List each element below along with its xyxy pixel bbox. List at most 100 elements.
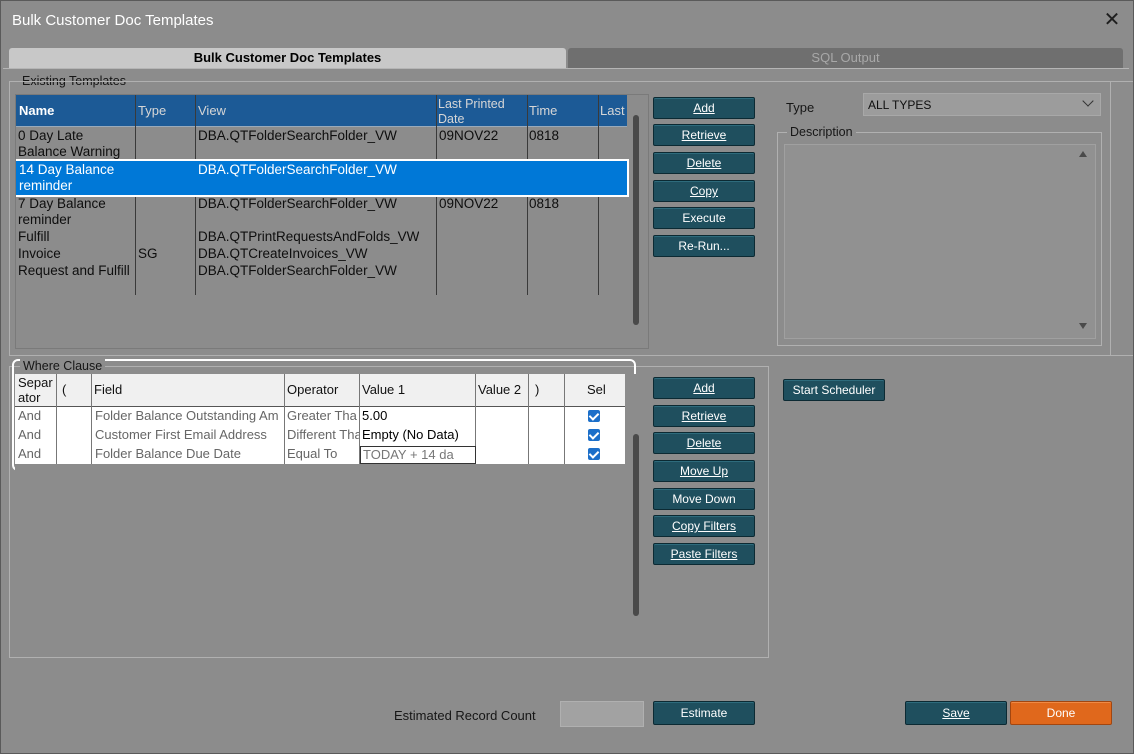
header-separator[interactable]: Separ ator <box>18 375 56 405</box>
template-copy-button[interactable]: Copy <box>653 180 755 202</box>
header-open-paren[interactable]: ( <box>62 382 66 397</box>
row-view: DBA.QTFolderSearchFolder_VW <box>198 162 397 177</box>
close-icon[interactable]: ✕ <box>1102 9 1122 31</box>
header-close-paren[interactable]: ) <box>535 382 539 397</box>
move-down-button[interactable]: Move Down <box>653 488 755 510</box>
start-scheduler-label: Start Scheduler <box>792 383 876 397</box>
template-delete-button[interactable]: Delete <box>653 152 755 174</box>
type-select[interactable]: ALL TYPES <box>863 93 1101 116</box>
template-add-button[interactable]: Add <box>653 97 755 119</box>
header-value2[interactable]: Value 2 <box>478 382 521 397</box>
template-rerun-label: Re-Run... <box>678 239 730 253</box>
scroll-up-icon[interactable] <box>1079 151 1087 157</box>
done-button[interactable]: Done <box>1010 701 1112 725</box>
row-time: 0818 <box>529 128 560 143</box>
row-name: 0 Day Late Balance Warning <box>18 128 121 159</box>
where-row[interactable]: And Customer First Email Address Differe… <box>15 426 625 445</box>
where-field: Customer First Email Address <box>95 427 267 442</box>
where-operator: Different Tha <box>287 427 359 442</box>
where-grid[interactable]: Separ ator ( Field Operator Value 1 Valu… <box>15 374 647 637</box>
where-scrollbar[interactable] <box>633 434 639 616</box>
header-sel[interactable]: Sel <box>587 382 606 397</box>
start-scheduler-button[interactable]: Start Scheduler <box>783 379 885 401</box>
estimated-record-count-field <box>560 701 644 727</box>
table-row[interactable]: Request and Fulfill DBA.QTFolderSearchFo… <box>16 263 627 297</box>
template-execute-label: Execute <box>682 211 726 225</box>
save-label: Save <box>942 706 970 720</box>
paste-filters-label: Paste Filters <box>670 547 738 561</box>
description-textarea[interactable] <box>784 144 1096 339</box>
where-value1: TODAY + 14 da <box>363 447 454 462</box>
where-operator: Greater Tha <box>287 408 357 423</box>
where-delete-label: Delete <box>686 436 722 450</box>
header-operator[interactable]: Operator <box>287 382 338 397</box>
header-last-printed[interactable]: Last Printed Date <box>438 97 524 127</box>
where-value1: 5.00 <box>362 408 388 423</box>
where-delete-button[interactable]: Delete <box>653 432 755 454</box>
templates-scrollbar[interactable] <box>633 115 639 325</box>
table-row[interactable]: Fulfill DBA.QTPrintRequestsAndFolds_VW <box>16 229 627 246</box>
description-label: Description <box>787 125 856 139</box>
row-type: SG <box>138 246 158 261</box>
header-name[interactable]: Name <box>19 103 54 118</box>
scroll-down-icon[interactable] <box>1079 323 1087 329</box>
header-time[interactable]: Time <box>529 103 557 118</box>
template-add-label: Add <box>693 101 715 115</box>
where-row[interactable]: And Folder Balance Outstanding Am Greate… <box>15 407 625 426</box>
where-row[interactable]: And Folder Balance Due Date Equal To TOD… <box>15 445 625 464</box>
header-last[interactable]: Last <box>600 103 625 118</box>
estimate-button[interactable]: Estimate <box>653 701 755 725</box>
where-separator: And <box>18 408 42 423</box>
table-row[interactable]: Invoice SG DBA.QTCreateInvoices_VW <box>16 246 627 263</box>
type-select-value: ALL TYPES <box>868 98 932 112</box>
where-retrieve-label: Retrieve <box>681 409 727 423</box>
move-up-label: Move Up <box>679 464 729 478</box>
where-select-checkbox[interactable] <box>588 429 600 441</box>
where-select-checkbox[interactable] <box>588 410 600 422</box>
header-field[interactable]: Field <box>94 382 122 397</box>
estimated-record-count-label: Estimated Record Count <box>394 708 536 723</box>
header-value1[interactable]: Value 1 <box>362 382 405 397</box>
type-label: Type <box>786 100 815 115</box>
table-row-selected[interactable]: 14 Day Balance reminder DBA.QTFolderSear… <box>16 159 629 197</box>
where-separator: And <box>18 446 42 461</box>
row-date: 09NOV22 <box>439 128 499 143</box>
template-execute-button[interactable]: Execute <box>653 207 755 229</box>
template-retrieve-label: Retrieve <box>681 128 727 142</box>
title-bar[interactable]: Bulk Customer Doc Templates ✕ <box>1 1 1133 41</box>
row-view: DBA.QTFolderSearchFolder_VW <box>198 128 397 143</box>
where-field: Folder Balance Due Date <box>95 446 241 461</box>
dialog-window: Bulk Customer Doc Templates ✕ Bulk Custo… <box>0 0 1134 754</box>
templates-grid[interactable]: Name Type View Last Printed Date Time La… <box>15 94 649 349</box>
tab-bulk-templates[interactable]: Bulk Customer Doc Templates <box>9 48 566 68</box>
save-button[interactable]: Save <box>905 701 1007 725</box>
where-separator: And <box>18 427 42 442</box>
done-label: Done <box>1046 706 1076 720</box>
template-retrieve-button[interactable]: Retrieve <box>653 124 755 146</box>
template-rerun-button[interactable]: Re-Run... <box>653 235 755 257</box>
where-select-checkbox[interactable] <box>588 448 600 460</box>
copy-filters-label: Copy Filters <box>671 519 736 533</box>
where-operator: Equal To <box>287 446 338 461</box>
where-retrieve-button[interactable]: Retrieve <box>653 405 755 427</box>
paste-filters-button[interactable]: Paste Filters <box>653 543 755 565</box>
template-copy-label: Copy <box>689 184 718 198</box>
move-down-label: Move Down <box>672 492 736 506</box>
table-row[interactable]: 7 Day Balance reminder DBA.QTFolderSearc… <box>16 195 627 229</box>
table-row[interactable]: 0 Day Late Balance Warning DBA.QTFolderS… <box>16 127 627 161</box>
row-view: DBA.QTFolderSearchFolder_VW <box>198 263 397 278</box>
copy-filters-button[interactable]: Copy Filters <box>653 515 755 537</box>
template-delete-label: Delete <box>686 156 722 170</box>
tab-sql-output[interactable]: SQL Output <box>568 48 1123 68</box>
row-name: Fulfill <box>18 229 50 244</box>
where-value1-input[interactable]: TODAY + 14 da <box>360 446 476 464</box>
header-view[interactable]: View <box>198 103 226 118</box>
row-view: DBA.QTPrintRequestsAndFolds_VW <box>198 229 420 244</box>
header-type[interactable]: Type <box>138 103 166 118</box>
move-up-button[interactable]: Move Up <box>653 460 755 482</box>
where-add-label: Add <box>693 381 715 395</box>
row-date: 09NOV22 <box>439 196 499 211</box>
row-name: Request and Fulfill <box>18 263 130 278</box>
where-add-button[interactable]: Add <box>653 377 755 399</box>
row-name: 14 Day Balance reminder <box>19 162 115 193</box>
